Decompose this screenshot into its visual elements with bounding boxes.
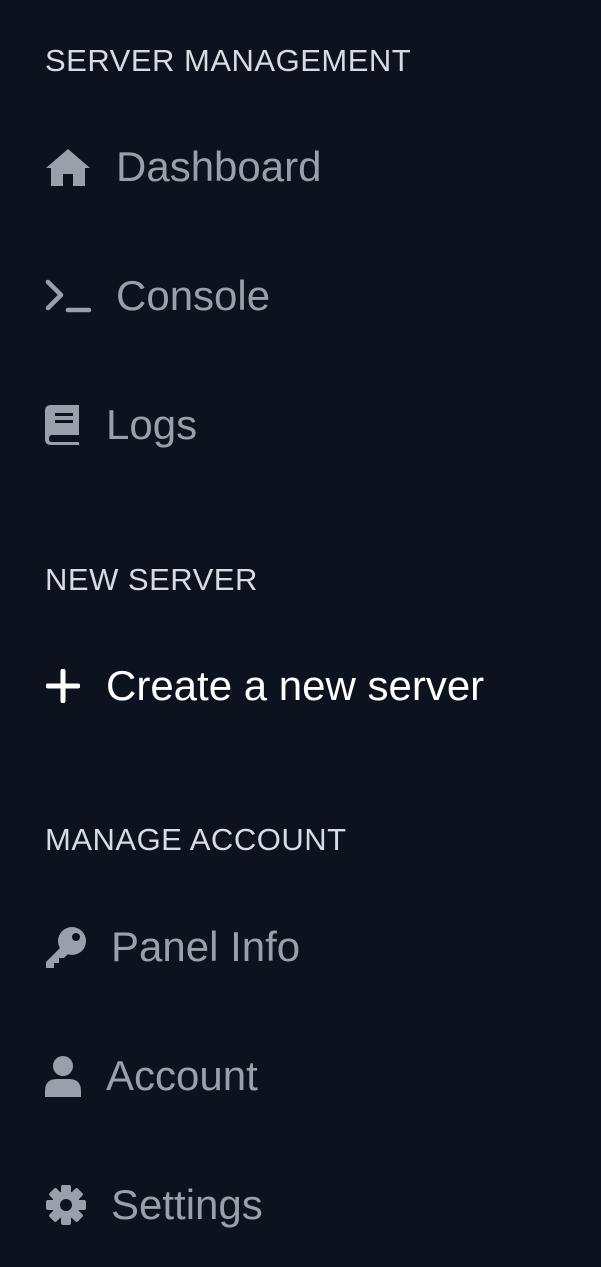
nav-item-account[interactable]: Account [45, 1046, 258, 1106]
section-header-server-management: SERVER MANAGEMENT [45, 43, 412, 78]
nav-label-create-new-server: Create a new server [106, 662, 485, 709]
home-icon [45, 145, 91, 189]
nav-item-logs[interactable]: Logs [45, 395, 197, 455]
nav-label-console: Console [116, 272, 271, 319]
section-header-new-server: NEW SERVER [45, 562, 258, 597]
sidebar-nav: SERVER MANAGEMENT Dashboard Console Logs [0, 0, 601, 1267]
nav-label-dashboard: Dashboard [116, 143, 322, 190]
nav-item-settings[interactable]: Settings [45, 1175, 263, 1235]
section-header-manage-account: MANAGE ACCOUNT [45, 822, 347, 857]
nav-label-account: Account [106, 1052, 258, 1099]
user-icon [45, 1054, 81, 1098]
book-icon [45, 403, 81, 447]
nav-label-panel-info: Panel Info [111, 923, 301, 970]
nav-label-logs: Logs [106, 401, 198, 448]
gear-icon [45, 1184, 87, 1226]
key-icon [45, 926, 87, 968]
plus-icon [45, 668, 81, 704]
nav-label-settings: Settings [111, 1181, 263, 1228]
nav-item-create-new-server[interactable]: Create a new server [45, 656, 484, 716]
nav-item-panel-info[interactable]: Panel Info [45, 917, 300, 977]
nav-item-console[interactable]: Console [45, 266, 270, 326]
nav-item-dashboard[interactable]: Dashboard [45, 137, 321, 197]
terminal-icon [45, 276, 91, 316]
